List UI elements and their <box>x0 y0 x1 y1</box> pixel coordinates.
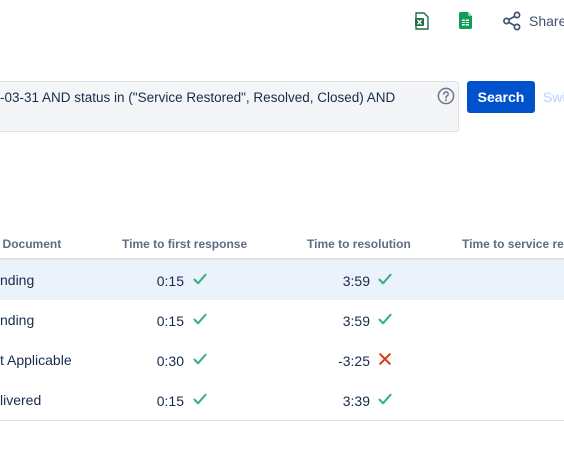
resolution-met-icon <box>377 311 393 332</box>
switch-link[interactable]: Switch <box>543 89 564 105</box>
document-status-cell: livered <box>0 392 42 408</box>
column-header-time-to-resolution[interactable]: Time to resolution <box>307 237 411 251</box>
column-header-time-to-service-restored[interactable]: Time to service re <box>462 237 564 251</box>
search-button[interactable]: Search <box>467 81 535 113</box>
resolution-met-icon <box>377 391 393 412</box>
share-icon <box>503 11 521 31</box>
document-status-cell: nding <box>0 272 35 288</box>
resolution-breached-icon <box>377 351 393 372</box>
share-button[interactable]: Share <box>502 11 564 31</box>
resolution-time: 3:59 <box>342 273 370 289</box>
table-row[interactable]: livered 0:15 3:39 <box>0 380 564 420</box>
column-header-time-to-first-response[interactable]: Time to first response <box>122 237 247 251</box>
first-response-time: 0:30 <box>156 353 184 369</box>
resolution-time: 3:39 <box>342 393 370 409</box>
document-status-cell: t Applicable <box>0 352 72 368</box>
jql-query-input[interactable]: -03-31 AND status in ("Service Restored"… <box>0 81 459 132</box>
resolution-met-icon <box>377 271 393 292</box>
table-row[interactable]: t Applicable 0:30 -3:25 <box>0 340 564 380</box>
help-icon[interactable] <box>437 87 455 105</box>
first-response-time: 0:15 <box>156 273 184 289</box>
jql-query-text: -03-31 AND status in ("Service Restored"… <box>0 90 396 105</box>
google-sheets-icon[interactable] <box>459 12 472 29</box>
table-bottom-divider <box>0 420 564 421</box>
table-row[interactable]: nding 0:15 3:59 <box>0 260 564 300</box>
first-response-time: 0:15 <box>156 393 184 409</box>
document-status-cell: nding <box>0 312 35 328</box>
first-response-met-icon <box>192 391 208 412</box>
share-label: Share <box>529 13 564 29</box>
first-response-time: 0:15 <box>156 313 184 329</box>
table-row[interactable]: nding 0:15 3:59 <box>0 300 564 340</box>
resolution-time: -3:25 <box>338 353 370 369</box>
first-response-met-icon <box>192 271 208 292</box>
resolution-time: 3:59 <box>342 313 370 329</box>
first-response-met-icon <box>192 351 208 372</box>
column-header-document[interactable]: A Document <box>0 237 61 251</box>
first-response-met-icon <box>192 311 208 332</box>
excel-icon[interactable] <box>415 12 429 30</box>
